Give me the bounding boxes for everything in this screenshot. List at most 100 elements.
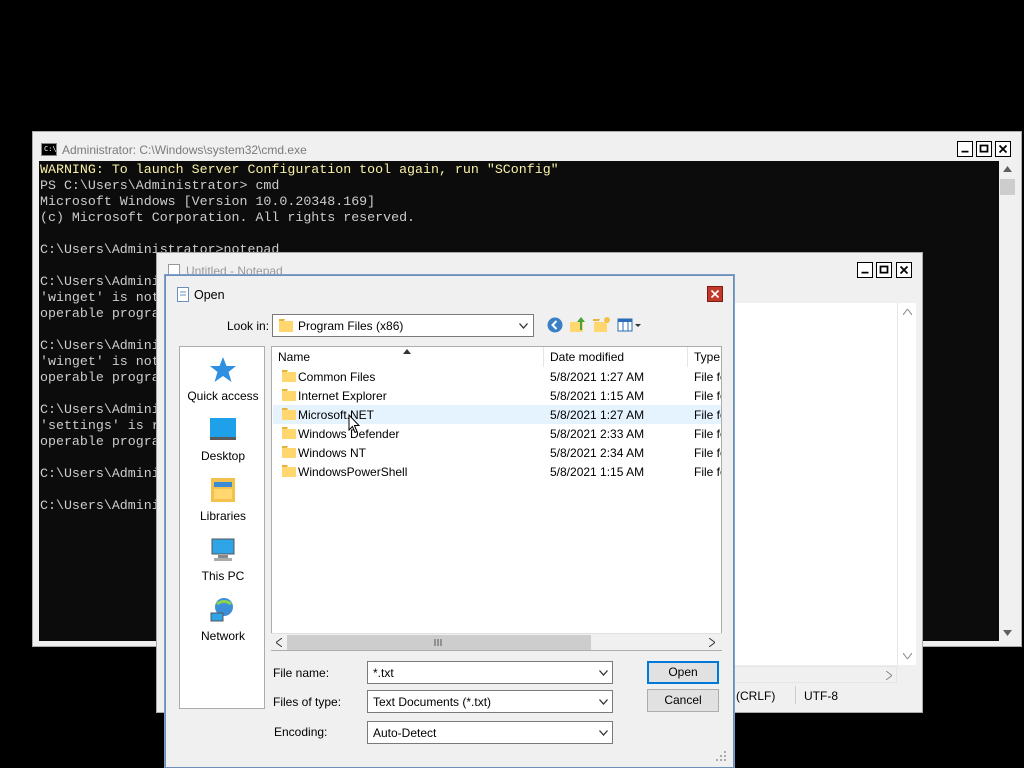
back-arrow-icon [547,317,563,333]
folder-icon [282,427,296,439]
notepad-app-icon [177,287,189,302]
close-icon [710,289,720,299]
scroll-thumb[interactable] [1000,179,1015,195]
new-folder-button[interactable] [593,316,611,334]
file-type: File fo [694,370,721,384]
console-line: (c) Microsoft Corporation. All rights re… [40,210,416,225]
file-type: File fo [694,408,721,422]
file-type: File fo [694,465,721,479]
encoding-status: UTF-8 [804,689,838,703]
grip-icon [434,639,442,646]
network-icon [210,598,233,622]
file-name: WindowsPowerShell [298,465,408,479]
place-libraries[interactable]: Libraries [180,475,266,533]
minimize-icon [961,150,969,153]
file-list-horizontal-scrollbar[interactable] [271,633,722,650]
file-list-row[interactable]: Windows NT 5/8/2021 2:34 AM File fo [273,443,721,462]
open-dialog[interactable]: Open Look in: Program Files (x86) Quick … [165,275,734,768]
notepad-horizontal-scrollbar[interactable] [732,666,897,683]
dialog-title: Open [194,288,225,302]
file-list-row[interactable]: Internet Explorer 5/8/2021 1:15 AM File fo [273,386,721,405]
file-name: Microsoft.NET [298,408,375,422]
look-in-dropdown[interactable]: Program Files (x86) [272,314,534,337]
file-list[interactable]: Name Date modified Type Common Files 5/8/… [271,346,722,651]
file-list-row[interactable]: Microsoft.NET 5/8/2021 1:27 AM File fo [273,405,721,424]
scroll-right-icon[interactable] [886,671,892,680]
cmd-title: Administrator: C:\Windows\system32\cmd.e… [62,143,307,157]
place-quick-access[interactable]: Quick access [180,355,266,413]
maximize-button[interactable] [976,141,992,157]
notepad-close-button[interactable] [896,262,912,278]
desktop-icon [210,418,236,440]
column-header-name[interactable]: Name [272,347,544,367]
file-type: File fo [694,389,721,403]
minimize-button[interactable] [957,141,973,157]
file-type-dropdown[interactable]: Text Documents (*.txt) [367,690,613,713]
back-button[interactable] [546,316,564,334]
scroll-down-icon[interactable] [1003,630,1012,636]
chevron-down-icon [599,699,608,705]
scroll-right-icon[interactable] [709,638,715,647]
places-bar[interactable]: Quick access Desktop Libraries This PC N… [179,346,265,709]
file-date-modified: 5/8/2021 2:34 AM [550,446,645,460]
file-list-row[interactable]: Windows Defender5/8/2021 2:33 AMFile fo [273,424,721,443]
resize-grip-icon[interactable] [716,751,726,761]
console-line: WARNING: To launch Server Configuration … [40,162,559,177]
close-icon [998,144,1008,154]
maximize-icon [979,144,989,153]
notepad-text-area[interactable] [732,303,898,665]
quick-access-star-icon [210,357,236,382]
place-desktop[interactable]: Desktop [180,415,266,473]
minimize-icon [861,271,869,274]
scroll-up-icon[interactable] [903,309,912,315]
place-network[interactable]: Network [180,595,266,653]
cancel-button[interactable]: Cancel [647,689,719,712]
up-folder-icon [570,317,585,332]
file-date-modified: 5/8/2021 1:27 AM [550,408,645,422]
notepad-minimize-button[interactable] [857,262,873,278]
scroll-up-icon[interactable] [1003,166,1012,172]
chevron-down-icon [599,730,608,736]
libraries-icon [211,478,235,502]
file-date-modified: 5/8/2021 1:15 AM [550,465,645,479]
folder-icon [279,319,293,332]
file-name: Internet Explorer [298,389,387,403]
close-icon [899,265,909,275]
look-in-label: Look in: [227,319,270,333]
file-date-modified: 5/8/2021 1:27 AM [550,370,645,384]
close-button[interactable] [995,141,1011,157]
scroll-thumb[interactable] [287,635,591,650]
column-header-date-modified[interactable]: Date modified [544,347,688,367]
open-button[interactable]: Open [647,661,719,684]
folder-icon [282,408,296,420]
encoding-label: Encoding: [274,725,328,739]
view-menu-button[interactable] [617,316,643,334]
folder-icon [282,465,296,477]
file-name: Common Files [298,370,376,384]
file-list-row[interactable]: WindowsPowerShell 5/8/2021 1:15 AM File fo [273,462,721,481]
up-one-level-button[interactable] [569,316,587,334]
column-header-type[interactable]: Type [688,347,721,367]
encoding-dropdown[interactable]: Auto-Detect [367,721,613,744]
chevron-down-icon[interactable] [599,670,608,676]
mouse-cursor-icon [348,414,360,434]
file-list-row[interactable]: Common Files 5/8/2021 1:27 AM File fo [273,367,721,386]
file-type: File fo [694,446,721,460]
file-type-label: Files of type: [273,695,342,709]
scroll-left-icon[interactable] [276,638,282,647]
dialog-close-button[interactable] [707,286,723,302]
sort-ascending-icon [403,349,411,354]
notepad-maximize-button[interactable] [876,262,892,278]
folder-icon [282,389,296,401]
view-grid-icon [617,318,641,332]
file-name: Windows NT [298,446,367,460]
notepad-vertical-scrollbar[interactable] [897,303,916,665]
cmd-vertical-scrollbar[interactable] [999,161,1016,641]
scroll-down-icon[interactable] [903,653,912,659]
folder-icon [282,370,296,382]
file-name-label: File name: [273,666,330,680]
this-pc-icon [211,538,235,561]
place-this-pc[interactable]: This PC [180,535,266,593]
file-name-input[interactable]: *.txt [367,661,613,684]
